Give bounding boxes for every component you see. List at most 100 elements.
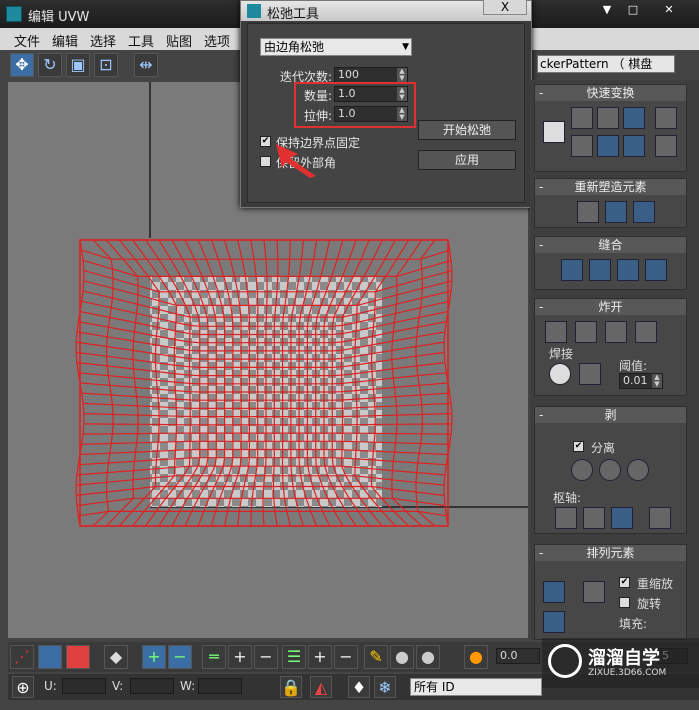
maximize-button[interactable]: □ — [624, 3, 642, 17]
stitch-average-icon[interactable] — [617, 259, 639, 281]
menu-edit[interactable]: 编辑 — [52, 31, 78, 50]
menu-file[interactable]: 文件 — [14, 31, 40, 50]
align-vertical-icon[interactable] — [571, 135, 593, 157]
soft-selection-icon[interactable]: ⋰ — [10, 645, 34, 669]
shrink-selection-icon[interactable]: − — [168, 645, 192, 669]
rollout-header[interactable]: - 炸开 — [535, 299, 686, 315]
bottom-value-field[interactable]: 0.0 — [496, 648, 540, 664]
align-horizontal-icon[interactable] — [571, 107, 593, 129]
circle-icon[interactable] — [633, 201, 655, 223]
grow-selection-icon[interactable]: + — [142, 645, 166, 669]
align-diagonal-icon[interactable] — [597, 107, 619, 129]
rotate-cw-icon[interactable] — [623, 107, 645, 129]
loop-icon[interactable]: ☰ — [282, 645, 306, 669]
v-field[interactable] — [130, 678, 174, 694]
peel-mode-icon[interactable] — [599, 459, 621, 481]
brush-grow-icon[interactable]: ● — [390, 645, 414, 669]
hide-icon[interactable]: ◭ — [310, 676, 332, 698]
break-icon[interactable] — [545, 321, 567, 343]
rescale-checkbox[interactable]: ✔ — [619, 577, 630, 588]
shrink-ring-icon[interactable]: − — [254, 645, 278, 669]
dialog-close-button[interactable]: X — [483, 0, 527, 15]
mirror-icon[interactable]: ⇹ — [134, 53, 158, 77]
grow-loop-icon[interactable]: + — [308, 645, 332, 669]
spacing-vertical-icon[interactable] — [655, 135, 677, 157]
apply-button[interactable]: 应用 — [418, 150, 516, 170]
lock-icon[interactable]: 🔒 — [280, 676, 302, 698]
light-icon[interactable]: ♦ — [348, 676, 370, 698]
stitch-source-icon[interactable] — [589, 259, 611, 281]
detach-edges-icon[interactable] — [605, 321, 627, 343]
sphere-icon[interactable] — [635, 321, 657, 343]
rotate-icon[interactable]: ↻ — [38, 53, 62, 77]
iterations-spinner[interactable]: 100 ▲ ▼ — [334, 67, 408, 83]
stitch-target-icon[interactable] — [645, 259, 667, 281]
relax-icon[interactable] — [605, 201, 627, 223]
select-pins-icon[interactable] — [649, 507, 671, 529]
absolute-mode-icon[interactable]: ⊕ — [12, 676, 34, 698]
reshape-title: 重新塑造元素 — [574, 180, 647, 194]
face-mode-icon[interactable] — [66, 645, 90, 669]
menu-options[interactable]: 选项 — [204, 31, 230, 50]
reset-peel-icon[interactable] — [627, 459, 649, 481]
rollout-header[interactable]: - 缝合 — [535, 237, 686, 253]
flatten-icon[interactable] — [575, 321, 597, 343]
freeform-icon[interactable]: ⊡ — [94, 53, 118, 77]
move-icon[interactable]: ✥ — [10, 53, 34, 77]
rollout-header[interactable]: - 快速变换 — [535, 85, 686, 101]
rotate-ccw-icon[interactable] — [623, 135, 645, 157]
spinner-arrows-icon[interactable]: ▲ ▼ — [397, 68, 407, 82]
iterations-value: 100 — [338, 68, 359, 81]
orange-circle-icon[interactable]: ● — [464, 645, 488, 669]
stitch-rollout: - 缝合 — [534, 236, 687, 290]
brush-shrink-icon[interactable]: ● — [416, 645, 440, 669]
pack-together-icon[interactable] — [543, 611, 565, 633]
id-filter-select[interactable]: 所有 ID — [410, 678, 542, 696]
quick-peel-icon[interactable] — [571, 459, 593, 481]
pin-icon[interactable] — [555, 507, 577, 529]
relax-mode-select[interactable]: 由边角松弛 ▼ — [260, 38, 412, 56]
watermark-brand: 溜溜自学 — [588, 648, 660, 669]
dialog-body: 由边角松弛 ▼ 迭代次数: 100 ▲ ▼ 数量: 1.0 ▲ ▼ 拉伸: 1.0 ▲ ▼ 开… — [247, 23, 525, 203]
rollout-header[interactable]: - 重新塑造元素 — [535, 179, 686, 195]
pack-custom-icon[interactable] — [583, 581, 605, 603]
save-corners-checkbox[interactable] — [260, 156, 271, 167]
freeze-icon[interactable]: ❄ — [374, 676, 396, 698]
watermark: 溜溜自学 ZIXUE.3D66.COM — [542, 638, 699, 688]
detach-checkbox[interactable]: ✔ — [573, 441, 584, 452]
ring-icon[interactable]: ═ — [202, 645, 226, 669]
menu-select[interactable]: 选择 — [90, 31, 116, 50]
minimize-button[interactable]: ▼ — [598, 3, 616, 17]
texture-pattern-select[interactable]: ckerPattern （ 棋盘 — [537, 55, 675, 73]
scale-icon[interactable]: ▣ — [66, 53, 90, 77]
pack-normalize-icon[interactable] — [543, 581, 565, 603]
paint-select-icon[interactable]: ✎ — [364, 645, 388, 669]
target-weld-icon[interactable] — [549, 363, 571, 385]
weld-selected-icon[interactable] — [579, 363, 601, 385]
align-center-icon[interactable] — [543, 121, 565, 143]
auto-pin-icon[interactable] — [611, 507, 633, 529]
stitch-custom-icon[interactable] — [561, 259, 583, 281]
unpin-icon[interactable] — [583, 507, 605, 529]
rollout-header[interactable]: -剥 — [535, 407, 686, 423]
rollout-header[interactable]: - 排列元素 — [535, 545, 686, 561]
element-icon[interactable]: ◆ — [104, 645, 128, 669]
spacing-horizontal-icon[interactable] — [655, 107, 677, 129]
menu-tools[interactable]: 工具 — [128, 31, 154, 50]
w-label: W: — [180, 679, 196, 693]
shrink-loop-icon[interactable]: − — [334, 645, 358, 669]
spinner-arrows-icon[interactable]: ▲ ▼ — [652, 374, 662, 388]
pivot-label: 枢轴: — [553, 491, 582, 505]
keep-boundary-checkbox[interactable]: ✔ — [260, 136, 271, 147]
u-field[interactable] — [62, 678, 106, 694]
rotate-checkbox[interactable] — [619, 597, 630, 608]
straighten-icon[interactable] — [597, 135, 619, 157]
edge-mode-icon[interactable] — [38, 645, 62, 669]
threshold-spinner[interactable]: 0.01 ▲ ▼ — [619, 373, 663, 389]
menu-mapping[interactable]: 贴图 — [166, 31, 192, 50]
close-button[interactable]: ✕ — [660, 3, 678, 17]
straighten-selection-icon[interactable] — [577, 201, 599, 223]
start-relax-button[interactable]: 开始松弛 — [418, 120, 516, 140]
grow-ring-icon[interactable]: + — [228, 645, 252, 669]
w-field[interactable] — [198, 678, 242, 694]
